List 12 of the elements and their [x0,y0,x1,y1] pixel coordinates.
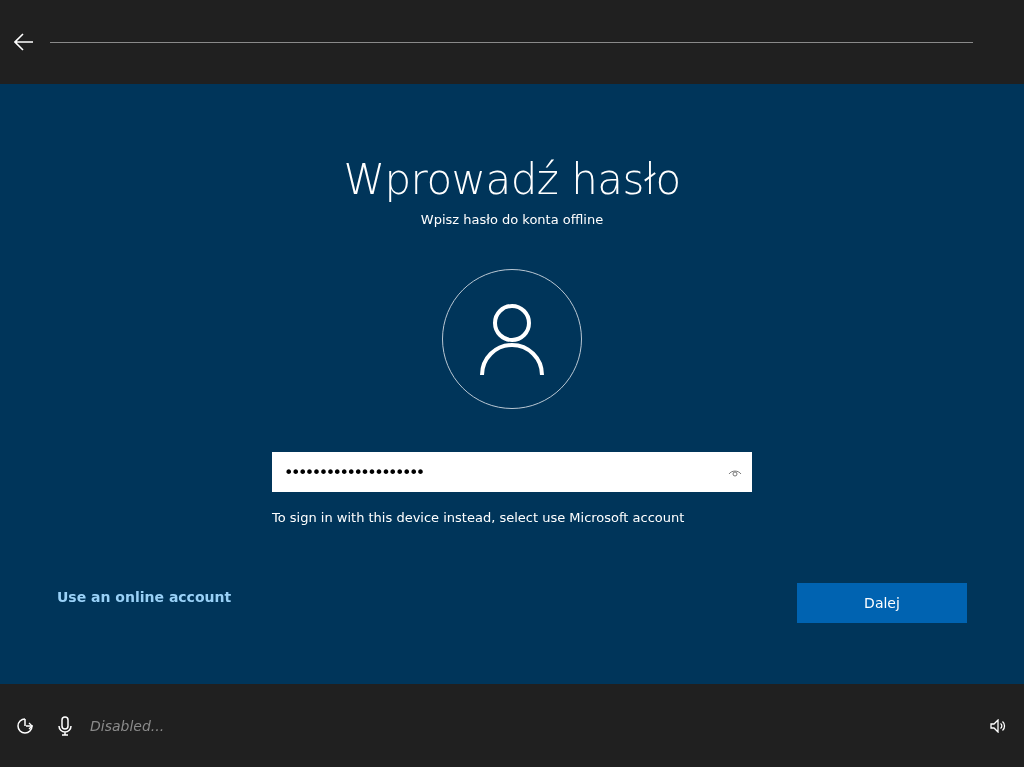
ease-of-access-icon[interactable] [16,716,34,735]
page-subtitle: Wpisz hasło do konta offline [420,212,604,227]
status-text: Disabled... [90,717,165,734]
microphone-icon[interactable] [58,715,72,736]
back-button[interactable] [14,32,34,52]
next-button[interactable]: Dalej [797,583,967,623]
online-account-link[interactable]: Use an online account [57,589,232,605]
eye-icon[interactable] [728,467,742,477]
hint-text: To sign in with this device instead, select use Microsoft account [272,510,686,525]
page-title: Wprowadź hasło [343,154,681,206]
speaker-icon[interactable] [990,718,1006,733]
password-field[interactable]: •••••••••••••••••••• [272,452,752,492]
